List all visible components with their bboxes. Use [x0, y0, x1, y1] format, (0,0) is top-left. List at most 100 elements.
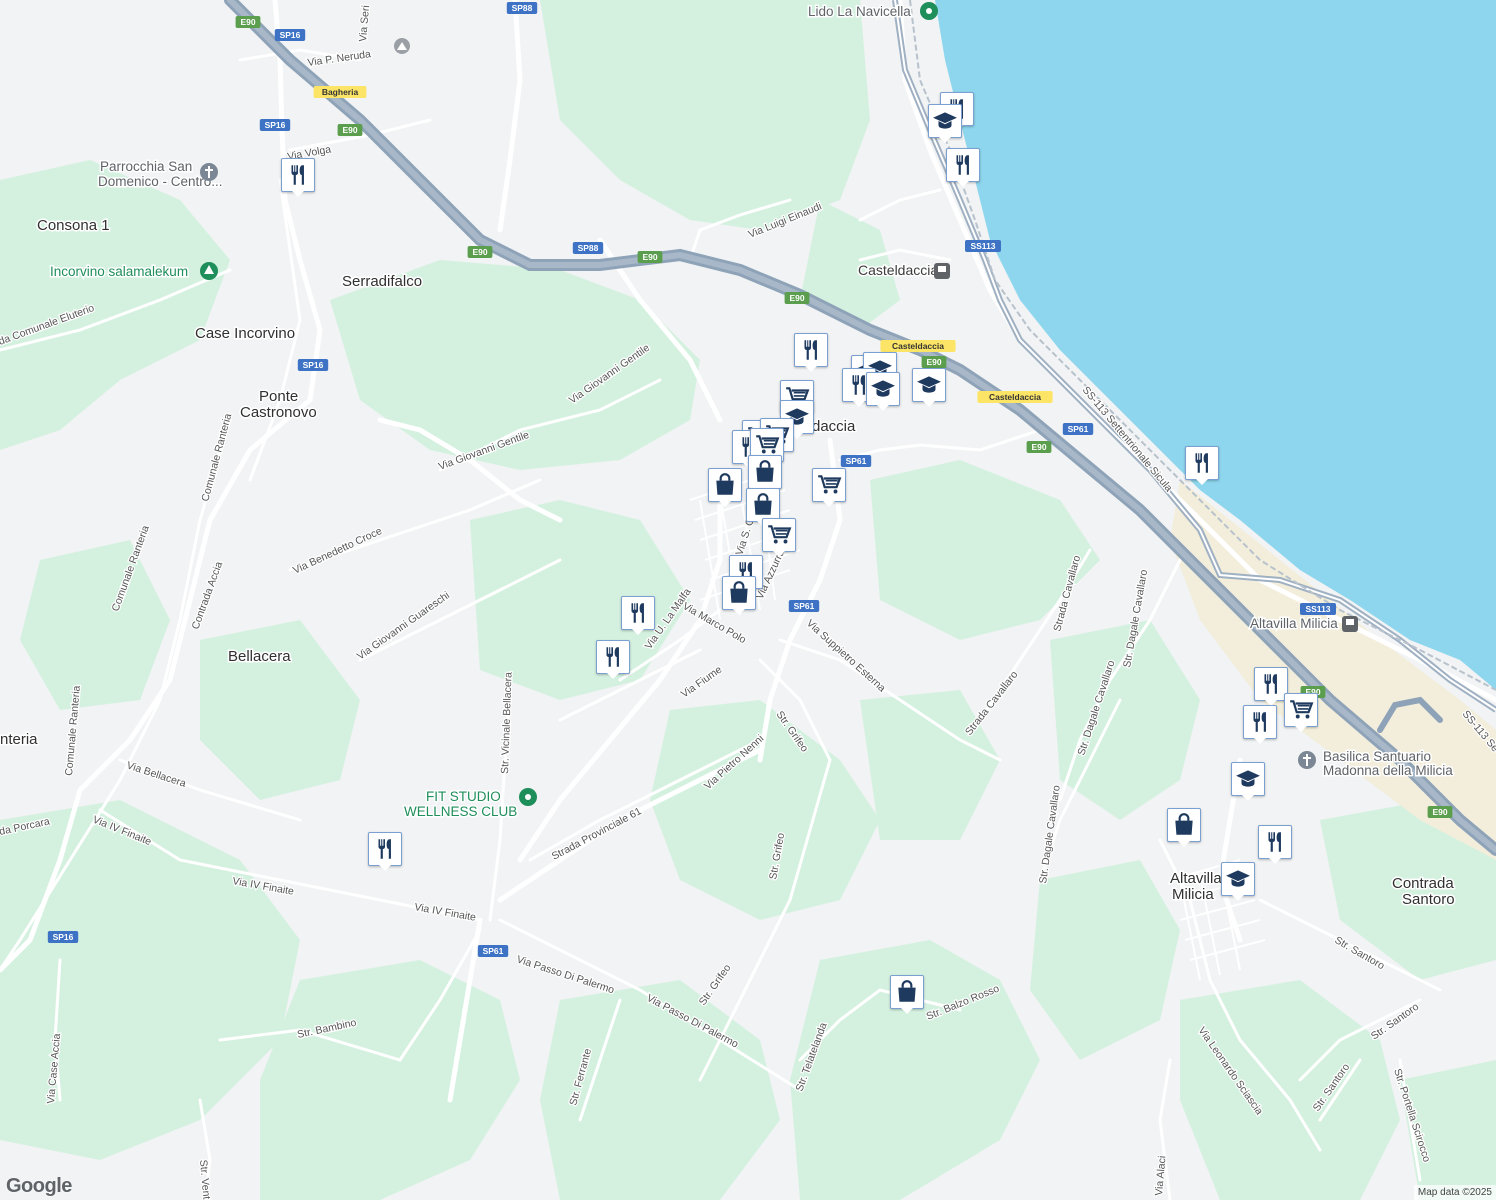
map-marker-shopping[interactable]	[1167, 808, 1201, 848]
road-shield-label: SP16	[280, 30, 301, 40]
road-shield: SP16	[297, 359, 329, 371]
shopping-bag-icon	[754, 493, 772, 515]
road-shield: SP61	[840, 455, 872, 467]
marker-tip	[731, 607, 747, 615]
road-shield: SP16	[47, 931, 79, 943]
place-label: nteria	[0, 731, 38, 748]
restaurant-icon	[956, 155, 969, 175]
map-marker-school[interactable]	[928, 104, 962, 144]
map-marker-school[interactable]	[1231, 762, 1265, 802]
road-shield-label: E90	[472, 247, 487, 257]
road-shield-label: E90	[240, 17, 255, 27]
marker-tip	[630, 627, 646, 635]
marker-tip	[377, 863, 393, 871]
map-marker-school[interactable]	[912, 368, 946, 408]
marker-tip	[605, 671, 621, 679]
poi-label: FIT STUDIO	[426, 789, 501, 804]
marker-tip	[1293, 724, 1309, 732]
map-marker-restaurant[interactable]	[1254, 667, 1288, 707]
restaurant-icon	[1264, 674, 1277, 694]
marker-box	[762, 518, 796, 552]
marker-tip	[1267, 856, 1283, 864]
map-attribution: Map data ©2025	[1413, 1185, 1496, 1200]
map-marker-restaurant[interactable]	[1258, 825, 1292, 865]
road-shield-label: SP88	[512, 3, 533, 13]
restaurant-icon	[631, 603, 644, 623]
marker-box	[1254, 667, 1288, 701]
place-label: Ponte	[259, 388, 298, 405]
place-label: Milicia	[1172, 886, 1214, 903]
marker-tip	[921, 399, 937, 407]
road-shield-label: E90	[642, 252, 657, 262]
road-shield-label: E90	[789, 293, 804, 303]
road-shield: E90	[1427, 806, 1453, 818]
map-marker-restaurant[interactable]	[794, 333, 828, 373]
shopping-bag-icon	[898, 980, 916, 1002]
google-logo: Google	[6, 1175, 72, 1197]
shopping-bag-icon	[1175, 813, 1193, 835]
marker-box	[746, 488, 780, 522]
road-shield-label: E90	[926, 357, 941, 367]
place-label: Case Incorvino	[195, 325, 295, 342]
road-shield: SS113	[965, 240, 1001, 252]
road-shield: Casteldaccia	[977, 391, 1053, 403]
road-shield-label: SP61	[483, 946, 504, 956]
marker-tip	[937, 135, 953, 143]
road-shield-label: SS113	[970, 241, 995, 251]
marker-box	[1258, 825, 1292, 859]
map-marker-restaurant[interactable]	[1185, 446, 1219, 486]
road-shield: SP61	[477, 945, 509, 957]
road-shield-label: Bagheria	[322, 87, 359, 97]
marker-box	[1284, 693, 1318, 727]
road-shield-label: Casteldaccia	[989, 392, 1041, 402]
road-shield: SP16	[274, 29, 306, 41]
restaurant-icon	[378, 839, 391, 859]
road-shield: SP88	[506, 2, 538, 14]
restaurant-icon	[1253, 712, 1266, 732]
marker-box	[794, 333, 828, 367]
poi-label: WELLNESS CLUB	[404, 804, 517, 819]
road-shield-label: SP61	[1068, 424, 1089, 434]
map-marker-restaurant[interactable]	[368, 832, 402, 872]
road-shield: E90	[1026, 441, 1052, 453]
poi-casteldaccia-station[interactable]	[934, 263, 950, 279]
map-marker-shopping[interactable]	[708, 468, 742, 508]
poi-label: Incorvino salamalekum	[50, 264, 188, 279]
road-shield-label: SP88	[578, 243, 599, 253]
marker-tip	[955, 179, 971, 187]
marker-box	[596, 640, 630, 674]
road-shield: SP16	[259, 119, 291, 131]
road-shield: E90	[784, 292, 810, 304]
place-label: daccia	[812, 418, 856, 435]
school-icon	[917, 376, 941, 393]
map-marker-school[interactable]	[866, 372, 900, 412]
map-marker-school[interactable]	[1221, 862, 1255, 902]
map-marker-grocery[interactable]	[812, 468, 846, 508]
poi-label: Altavilla Milicia	[1250, 616, 1338, 631]
map-marker-grocery[interactable]	[1284, 693, 1318, 733]
grocery-cart-icon	[1290, 700, 1314, 719]
map-marker-shopping[interactable]	[890, 975, 924, 1015]
marker-tip	[717, 499, 733, 507]
place-label: Bellacera	[228, 648, 291, 665]
marker-box	[1221, 862, 1255, 896]
marker-box	[946, 148, 980, 182]
road-shield-label: SP16	[265, 120, 286, 130]
marker-box	[621, 596, 655, 630]
map-marker-restaurant[interactable]	[596, 640, 630, 680]
marker-tip	[1252, 736, 1268, 744]
road-shield-label: SP16	[53, 932, 74, 942]
map-marker-restaurant[interactable]	[281, 158, 315, 198]
marker-tip	[290, 189, 306, 197]
map-marker-restaurant[interactable]	[1243, 705, 1277, 745]
road-shield-label: SS113	[1305, 604, 1330, 614]
restaurant-icon	[606, 647, 619, 667]
peak-icon	[394, 38, 410, 54]
place-label: Casteldaccia	[858, 262, 938, 278]
map-marker-grocery[interactable]	[762, 518, 796, 558]
school-icon	[933, 112, 957, 129]
map-marker-restaurant[interactable]	[621, 596, 655, 636]
map-marker-shopping[interactable]	[722, 576, 756, 616]
road-shield-label: SP16	[303, 360, 324, 370]
map-marker-restaurant[interactable]	[946, 148, 980, 188]
